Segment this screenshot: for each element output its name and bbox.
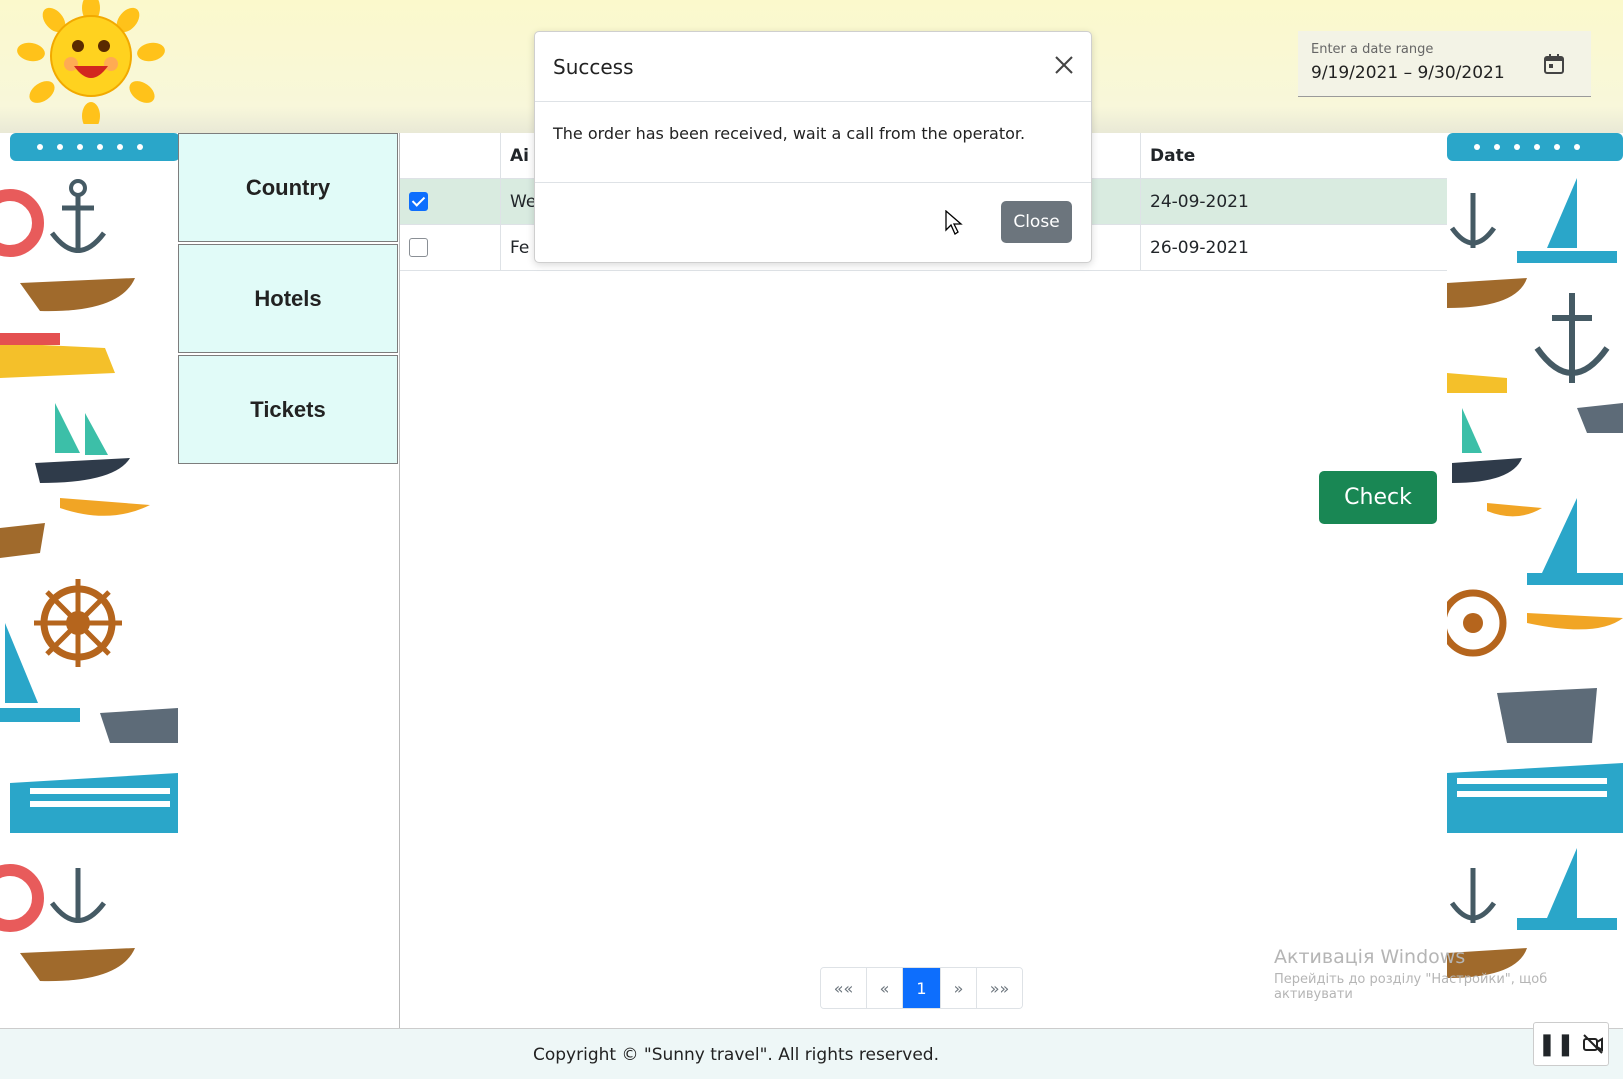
- mouse-cursor-icon: [945, 210, 963, 235]
- close-icon[interactable]: [1051, 52, 1077, 78]
- success-modal: Success The order has been received, wai…: [534, 31, 1092, 263]
- modal-close-button[interactable]: Close: [1001, 201, 1072, 243]
- modal-title: Success: [553, 55, 634, 79]
- modal-header: Success: [535, 32, 1091, 102]
- modal-message: The order has been received, wait a call…: [553, 124, 1026, 143]
